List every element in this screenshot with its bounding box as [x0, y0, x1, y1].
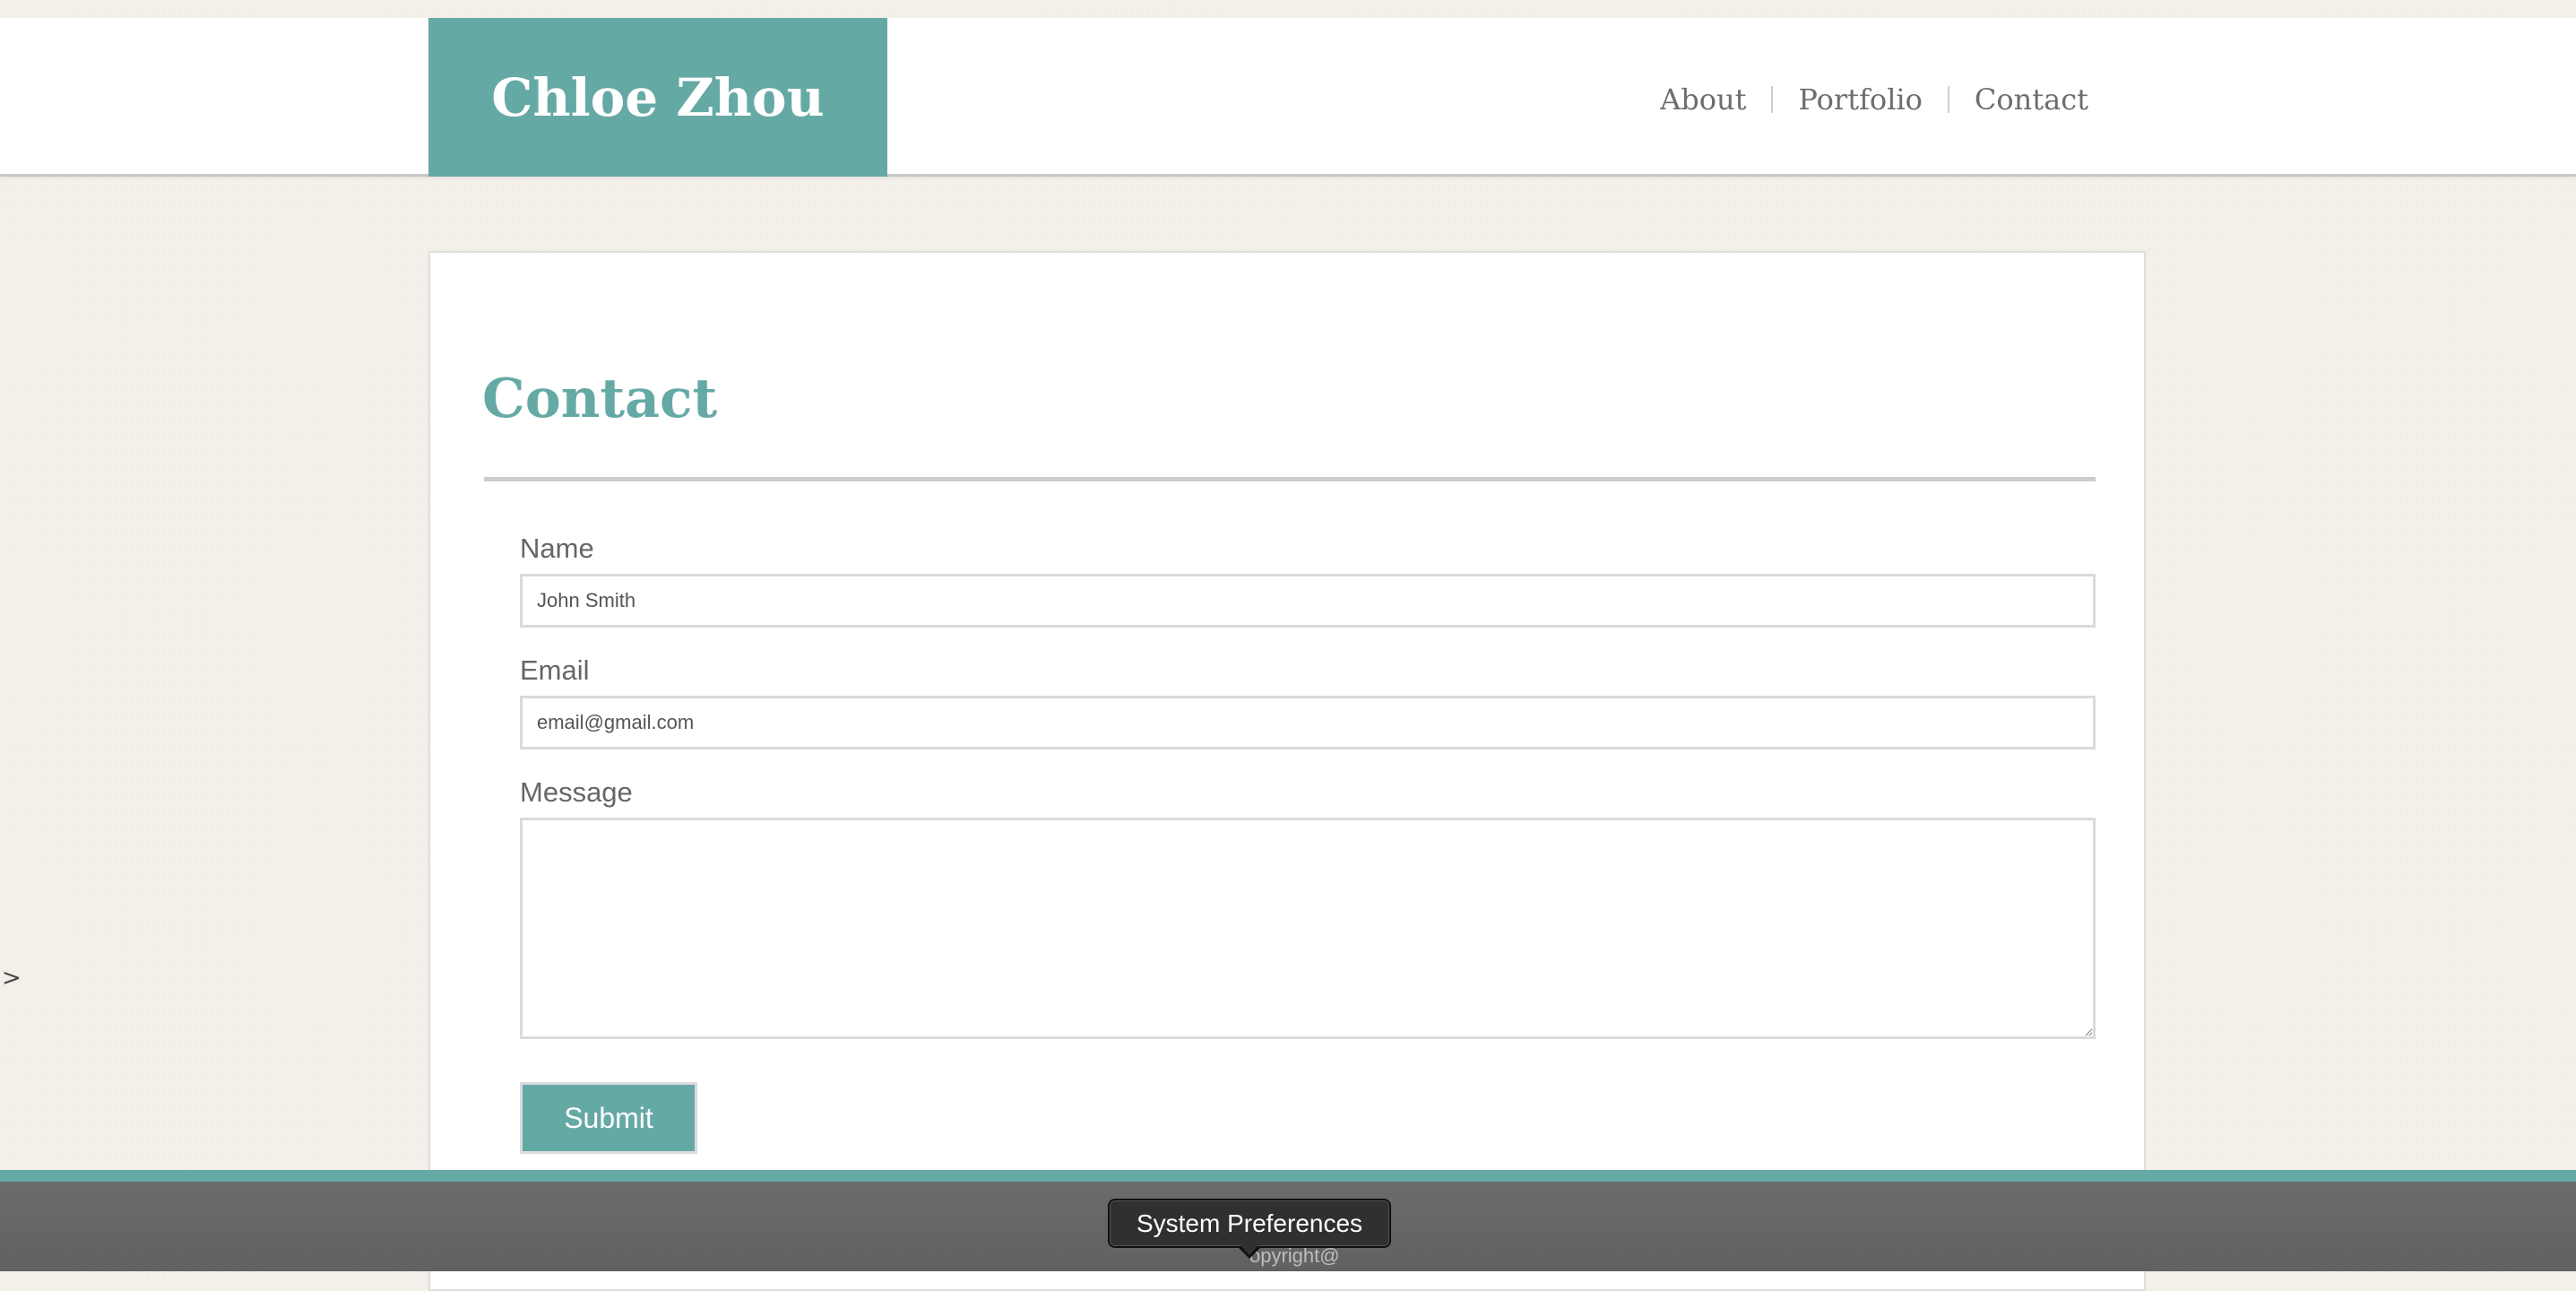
nav-link-contact[interactable]: Contact [1949, 82, 2088, 117]
name-input[interactable] [520, 574, 2096, 628]
name-label: Name [520, 533, 594, 564]
nav-link-portfolio[interactable]: Portfolio [1773, 82, 1948, 117]
tooltip-pointer-fill [1240, 1245, 1258, 1255]
page-title: Contact [482, 368, 718, 430]
side-arrow-icon[interactable]: > [2, 965, 22, 992]
main-nav: About Portfolio Contact [1635, 18, 2088, 181]
email-input[interactable] [520, 696, 2096, 749]
site-header [0, 18, 2576, 177]
message-textarea[interactable] [520, 818, 2096, 1039]
title-divider [484, 477, 2096, 481]
message-label: Message [520, 776, 633, 808]
system-preferences-tooltip: System Preferences [1108, 1199, 1391, 1248]
email-label: Email [520, 654, 590, 686]
nav-link-about[interactable]: About [1635, 82, 1771, 117]
logo-block[interactable]: Chloe Zhou [428, 18, 887, 177]
contact-card: Contact Name Email Message Submit [428, 251, 2146, 1291]
site-logo[interactable]: Chloe Zhou [491, 67, 825, 128]
submit-button[interactable]: Submit [520, 1082, 697, 1154]
